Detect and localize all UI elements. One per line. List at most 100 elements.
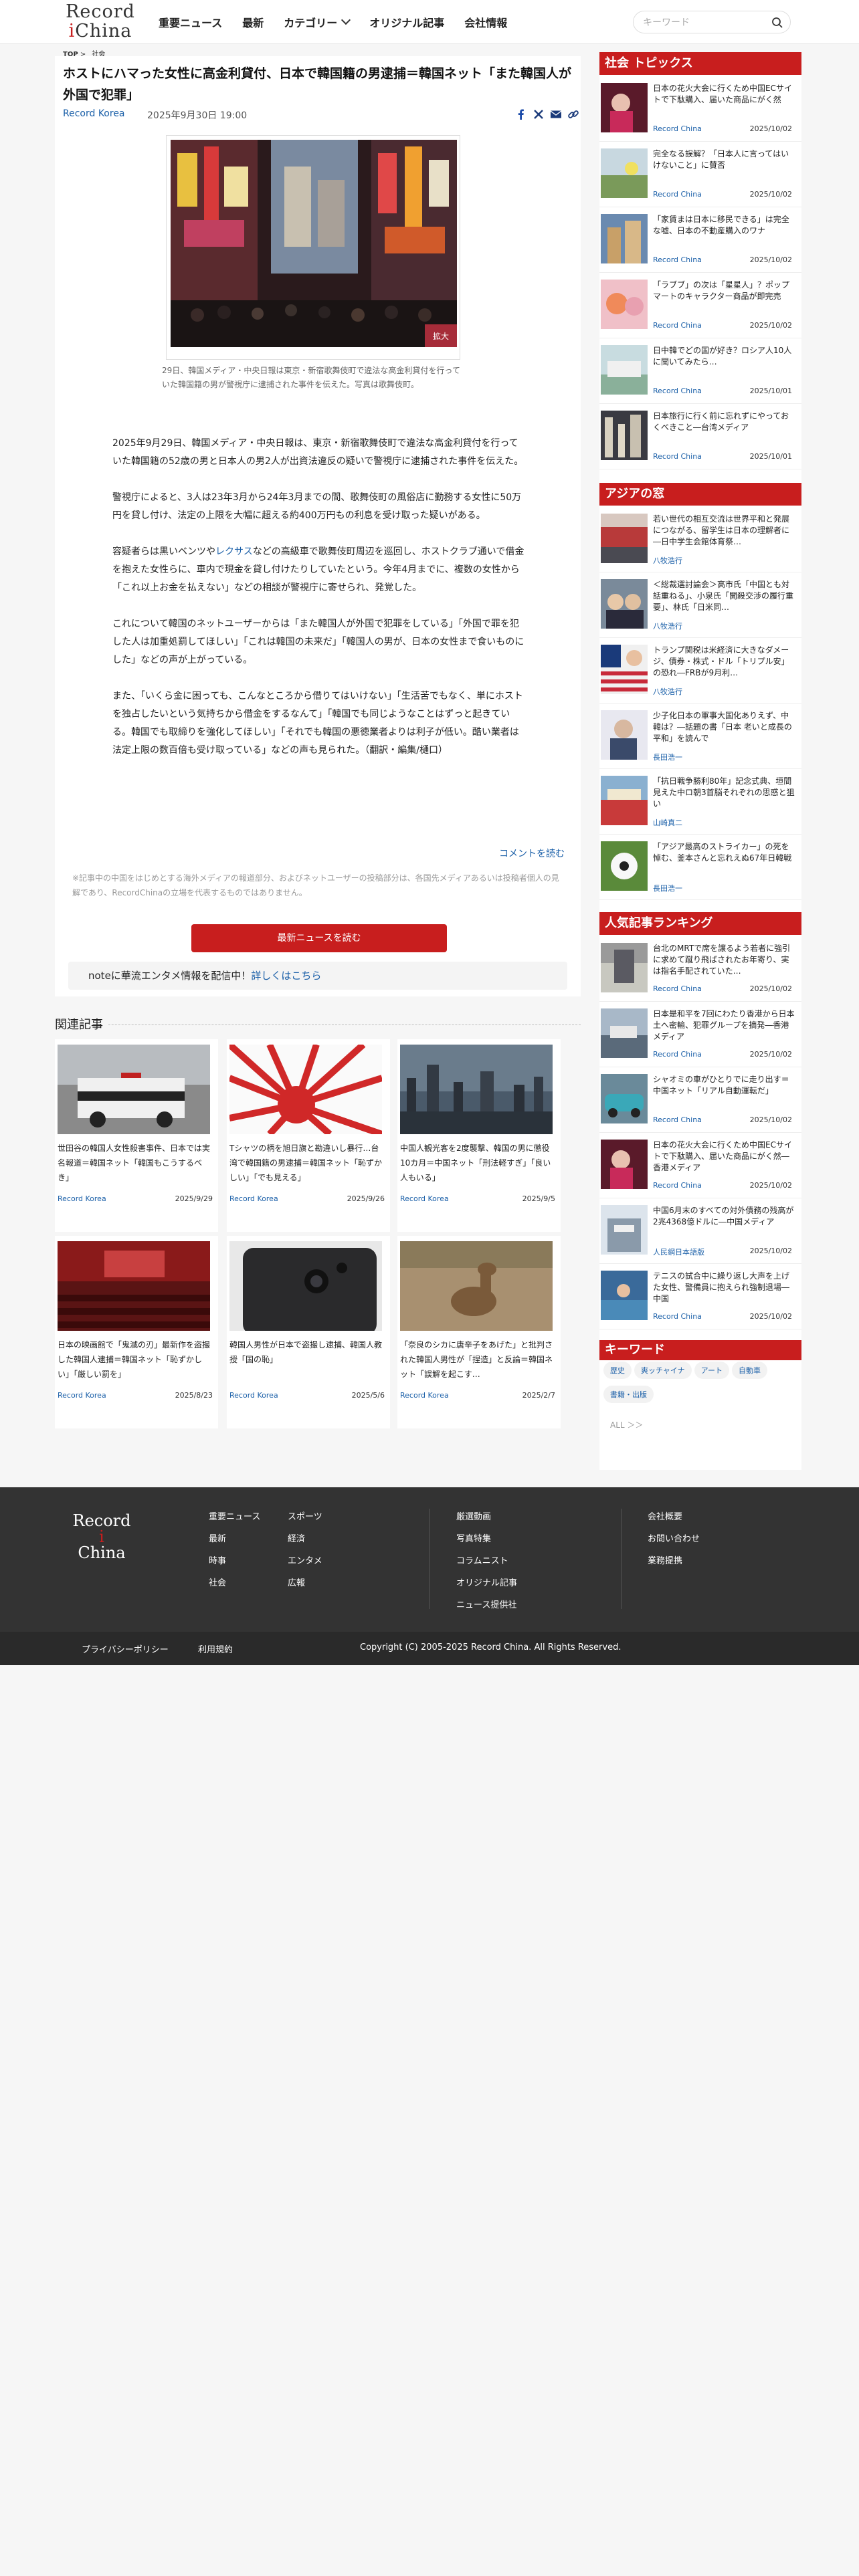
related-card-source: Record Korea	[229, 1391, 278, 1400]
sidebar-item[interactable]: 「抗日戦争勝利80年」記念式典、垣間見えた中ロ朝3首脳それぞれの思惑と狙い 山崎真…	[599, 769, 801, 835]
read-latest-news-button[interactable]: 最新ニュースを読む	[191, 924, 447, 952]
article-photo[interactable]: 拡大	[171, 140, 457, 347]
read-comments-link[interactable]: コメントを読む	[499, 847, 565, 860]
nav-company[interactable]: 会社情報	[464, 14, 507, 30]
sidebar-item[interactable]: 中国6月末のすべての対外債務の残高が2兆4368億ドルに―中国メディア 人民網日本…	[599, 1198, 801, 1264]
sidebar-item-title: 日本の花火大会に行くため中国ECサイトで下駄購入、届いた商品にがく然―香港メディ…	[653, 1140, 792, 1172]
logo-line2: iChina	[68, 21, 132, 41]
sidebar-thumbnail	[601, 841, 648, 891]
sidebar-thumbnail	[601, 1140, 648, 1189]
related-card[interactable]: 日本の映画館で「鬼滅の刃」最新作を盗撮した韓国人逮捕＝韓国ネット「恥ずかしい」「…	[55, 1236, 218, 1428]
keyword-tag[interactable]: 爽ッチャイナ	[634, 1362, 692, 1379]
footer-link[interactable]: 経済	[288, 1528, 322, 1550]
related-card-title: 「奈良のシカに唐辛子をあげた」と批判された韓国人男性が「捏造」と反論＝韓国ネット…	[400, 1340, 553, 1379]
sidebar-item[interactable]: 日本旅行に行く前に忘れずにやっておくべきこと―台湾メディア Record Chin…	[599, 404, 801, 469]
article-source[interactable]: Record Korea	[63, 108, 125, 119]
sidebar-item-date: 2025/10/02	[749, 1115, 792, 1124]
x-icon[interactable]	[533, 108, 545, 120]
sidebar-item[interactable]: 若い世代の相互交流は世界平和と発展につながる、留学生は日本の理解者に―日中学生会…	[599, 507, 801, 572]
site-logo[interactable]: Record iChina	[60, 3, 140, 41]
nav-category[interactable]: カテゴリー	[284, 14, 351, 30]
keyword-tag[interactable]: アート	[694, 1362, 730, 1379]
sidebar-item-title: 中国6月末のすべての対外債務の残高が2兆4368億ドルに―中国メディア	[653, 1206, 794, 1226]
footer-link[interactable]: 写真特集	[456, 1528, 517, 1550]
related-card-title: 日本の映画館で「鬼滅の刃」最新作を盗撮した韓国人逮捕＝韓国ネット「恥ずかしい」「…	[58, 1340, 211, 1379]
footer-link[interactable]: スポーツ	[288, 1506, 322, 1528]
sidebar-item-title: 台北のMRTで席を譲るよう若者に強引に求めて蹴り飛ばされたお年寄り、実は指名手配…	[653, 944, 791, 976]
sidebar-item[interactable]: シャオミの車がひとりでに走り出す＝中国ネット「リアル自動運転だ」 Record C…	[599, 1067, 801, 1133]
search-input[interactable]	[643, 15, 763, 30]
footer-link[interactable]: コラムニスト	[456, 1550, 517, 1572]
sidebar-item[interactable]: 台北のMRTで席を譲るよう若者に強引に求めて蹴り飛ばされたお年寄り、実は指名手配…	[599, 936, 801, 1002]
nav-important[interactable]: 重要ニュース	[159, 14, 222, 30]
link-icon[interactable]	[567, 108, 579, 120]
footer-link[interactable]: 最新	[209, 1528, 260, 1550]
sidebar-item-source: 山崎真二	[653, 819, 682, 827]
sidebar-item[interactable]: ＜総裁選討論会＞高市氏「中国とも対話重ねる」、小泉氏「開殺交渉の履行重要」、林氏…	[599, 572, 801, 638]
related-card[interactable]: 「奈良のシカに唐辛子をあげた」と批判された韓国人男性が「捏造」と反論＝韓国ネット…	[397, 1236, 561, 1428]
article-title: ホストにハマった女性に高金利貸付、日本で韓国籍の男逮捕＝韓国ネット「また韓国人が…	[63, 66, 572, 102]
related-card-source: Record Korea	[400, 1391, 449, 1400]
sidebar-item[interactable]: 「ラブブ」の次は「星星人」？ポップマートのキャラクター商品が即完売 Record …	[599, 273, 801, 338]
search-icon[interactable]	[771, 17, 783, 29]
keyword-tag[interactable]: 自動車	[732, 1362, 768, 1379]
related-card[interactable]: Tシャツの柄を旭日旗と勘違いし暴行…台湾で韓国籍の男逮捕＝韓国ネット「恥ずかしい…	[227, 1039, 390, 1232]
footer-link[interactable]: ニュース提供社	[456, 1594, 517, 1616]
sidebar-item-title: 少子化日本の軍事大国化ありえず、中韓は？―話題の書「日本 老いと成長の平和」を読…	[653, 711, 792, 743]
related-title: 関連記事	[55, 1015, 108, 1033]
footer-logo[interactable]: Record i China	[70, 1513, 134, 1561]
related-card[interactable]: 韓国人男性が日本で盗撮し逮捕、韓国人教授「国の恥」 Record Korea 2…	[227, 1236, 390, 1428]
footer-link[interactable]: 重要ニュース	[209, 1506, 260, 1528]
sidebar-thumbnail	[601, 214, 648, 263]
footer-link[interactable]: 業務提携	[648, 1550, 700, 1572]
footer-link[interactable]: エンタメ	[288, 1550, 322, 1572]
footer-link[interactable]: 会社概要	[648, 1506, 700, 1528]
sidebar-thumbnail	[601, 943, 648, 992]
sidebar-item-source: Record China	[653, 190, 702, 199]
sidebar-item[interactable]: 完全なる誤解？「日本人に言ってはいけないこと」に賛否 Record China 20…	[599, 142, 801, 207]
terms-link[interactable]: 利用規約	[198, 1642, 233, 1655]
footer-link[interactable]: お問い合わせ	[648, 1528, 700, 1550]
sidebar-item-source: Record China	[653, 1312, 702, 1321]
nav-original[interactable]: オリジナル記事	[369, 14, 444, 30]
related-card-date: 2025/8/23	[175, 1391, 213, 1400]
keyword-tag[interactable]: 書籍・出版	[603, 1386, 654, 1403]
facebook-icon[interactable]	[515, 108, 527, 120]
privacy-policy-link[interactable]: プライバシーポリシー	[82, 1642, 169, 1655]
sidebar-thumbnail	[601, 83, 648, 132]
footer-col-3: 厳選動画 写真特集 コラムニスト オリジナル記事 ニュース提供社	[456, 1506, 517, 1616]
sidebar-item[interactable]: 日本是和平を7回にわたり香港から日本土へ密輸、犯罪グループを摘発―香港メディア R…	[599, 1002, 801, 1067]
sidebar-item[interactable]: 日中韓でどの国が好き？ロシア人10人に聞いてみたら… Record China 20…	[599, 338, 801, 404]
sidebar-item[interactable]: 「家賃まは日本に移民できる」は完全な嘘、日本の不動産購入のワナ Record Ch…	[599, 207, 801, 273]
keyword-tag[interactable]: 歴史	[603, 1362, 632, 1379]
photo-zoom-badge[interactable]: 拡大	[433, 332, 449, 341]
footer-link[interactable]: 社会	[209, 1572, 260, 1594]
nav-latest[interactable]: 最新	[242, 14, 264, 30]
sidebar-item[interactable]: 「アジア最高のストライカー」の死を悼む、釜本さんと忘れえぬ67年日韓戦 長田浩一	[599, 835, 801, 900]
logo-line1: Record	[66, 1, 135, 22]
keywords-all-link[interactable]: ALL ＞＞	[610, 1419, 643, 1430]
photo-caption: 29日、韓国メディア・中央日報は東京・新宿歌舞伎町で違法な高金利貸付を行っていた…	[162, 366, 460, 389]
keyword-link-lexus[interactable]: レクサス	[215, 546, 253, 557]
related-card[interactable]: 中国人観光客を2度襲撃、韓国の男に懲役10カ月＝中国ネット「刑法軽すぎ」「良い人…	[397, 1039, 561, 1232]
sidebar-item-source: Record China	[653, 1115, 702, 1124]
footer-link[interactable]: 厳選動画	[456, 1506, 517, 1528]
sidebar-item[interactable]: 少子化日本の軍事大国化ありえず、中韓は？―話題の書「日本 老いと成長の平和」を読…	[599, 704, 801, 769]
sidebar-item[interactable]: 日本の花火大会に行くため中国ECサイトで下駄購入、届いた商品にがく然 Record…	[599, 76, 801, 142]
related-thumbnail	[400, 1241, 553, 1331]
sidebar-thumbnail	[601, 514, 648, 563]
article-panel: ホストにハマった女性に高金利貸付、日本で韓国籍の男逮捕＝韓国ネット「また韓国人が…	[55, 56, 581, 996]
note-banner: noteに華流エンタメ情報を配信中！詳しくはこちら	[68, 962, 567, 990]
article-paragraph: また、「いくら金に困っても、こんなところから借りてはいけない」「生活苦でもなく、…	[112, 691, 523, 756]
related-card[interactable]: 世田谷の韓国人女性殺害事件、日本では実名報道＝韓国ネット「韓国もこうするべき」 …	[55, 1039, 218, 1232]
sidebar-item[interactable]: トランプ関税は米経済に大きなダメージ、債券・株式・ドル「トリプル安」の恐れ―FR…	[599, 638, 801, 704]
related-card-source: Record Korea	[229, 1194, 278, 1203]
footer-link[interactable]: 広報	[288, 1572, 322, 1594]
sidebar-item[interactable]: 日本の花火大会に行くため中国ECサイトで下駄購入、届いた商品にがく然―香港メディ…	[599, 1133, 801, 1198]
footer-link[interactable]: オリジナル記事	[456, 1572, 517, 1594]
sidebar-item[interactable]: テニスの試合中に繰り返し大声を上げた女性、警備員に抱えられ強制退場―中国 Reco…	[599, 1264, 801, 1329]
mail-icon[interactable]	[550, 108, 562, 120]
note-details-link[interactable]: 詳しくはこちら	[251, 970, 321, 982]
sidebar-item-source: Record China	[653, 255, 702, 264]
footer-link[interactable]: 時事	[209, 1550, 260, 1572]
